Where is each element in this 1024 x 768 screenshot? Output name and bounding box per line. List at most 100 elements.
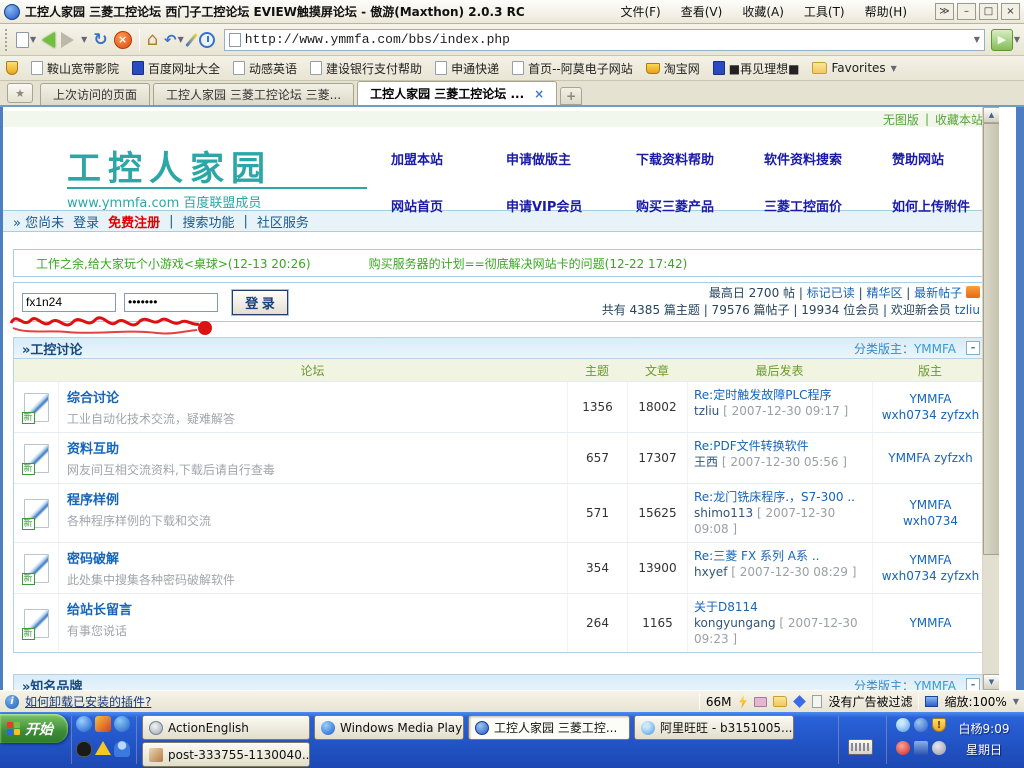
login-button[interactable]: 登 录 xyxy=(232,290,288,315)
zoom-level[interactable]: 缩放:100% xyxy=(944,693,1006,710)
new-tab-button[interactable]: + xyxy=(560,87,582,105)
moderators[interactable]: YMMFA wxh0734 xyxy=(872,484,988,542)
bookmark-site-link[interactable]: 收藏本站 xyxy=(935,111,983,128)
refresh-button[interactable]: ↻ xyxy=(90,27,110,53)
menu-tools[interactable]: 工具(T) xyxy=(804,3,845,20)
mark-read-link[interactable]: 标记已读 xyxy=(807,286,855,300)
moderator-link[interactable]: YMMFA xyxy=(914,342,956,356)
menu-favorites[interactable]: 收藏(A) xyxy=(742,3,784,20)
forum-link[interactable]: 综合讨论 xyxy=(67,391,119,406)
folder-icon[interactable] xyxy=(773,696,787,707)
nav-link[interactable]: 申请VIP会员 xyxy=(506,196,636,215)
search-tool-icon[interactable] xyxy=(95,716,111,732)
last-post-author[interactable]: 王西 xyxy=(694,455,718,469)
tab-list-button[interactable]: ★ xyxy=(7,83,33,103)
boost-icon[interactable] xyxy=(737,695,748,709)
nav-link[interactable]: 申请做版主 xyxy=(506,149,636,168)
register-link[interactable]: 免费注册 xyxy=(108,212,160,231)
site-logo[interactable]: 工控人家园 xyxy=(67,141,272,190)
new-page-button[interactable]: ▼ xyxy=(13,27,39,53)
toolbar-grip[interactable] xyxy=(5,29,9,51)
last-post-link[interactable]: Re:PDF文件转换软件 xyxy=(694,439,809,453)
menu-view[interactable]: 查看(V) xyxy=(681,3,723,20)
nav-link[interactable]: 网站首页 xyxy=(391,196,506,215)
messenger-icon[interactable] xyxy=(114,741,130,757)
tray-network-icon[interactable] xyxy=(914,741,928,755)
address-dropdown-icon[interactable]: ▼ xyxy=(974,35,980,44)
forward-button[interactable] xyxy=(58,27,77,53)
favorite-link[interactable]: 鞍山宽带影院 xyxy=(31,60,119,77)
last-post-link[interactable]: 关于D8114 xyxy=(694,600,758,614)
last-post-author[interactable]: kongyungang xyxy=(694,616,776,630)
last-post-author[interactable]: hxyef xyxy=(694,565,727,579)
collapse-button[interactable]: - xyxy=(966,341,980,355)
vertical-scrollbar[interactable]: ▲ ▼ xyxy=(982,107,999,690)
task-button-post-file[interactable]: post-333755-1130040... xyxy=(142,742,310,767)
stop-button[interactable]: × xyxy=(111,27,135,53)
tray-wangwang-icon[interactable] xyxy=(896,718,910,732)
moderators[interactable]: YMMFA wxh0734 zyfzxh xyxy=(872,543,988,593)
last-post-link[interactable]: Re:三菱 FX 系列 A系 .. xyxy=(694,549,819,563)
favorite-link[interactable]: 淘宝网 xyxy=(646,60,700,77)
last-post-link[interactable]: Re:定时触发故障PLC程序 xyxy=(694,388,832,402)
task-button-wmp[interactable]: Windows Media Playe... xyxy=(314,715,464,740)
favorite-link[interactable]: ■再见理想■ xyxy=(713,60,800,77)
minimize-icon[interactable]: – xyxy=(957,3,976,20)
tray-volume-icon[interactable] xyxy=(932,741,946,755)
toggle-chevron-icon[interactable]: ≫ xyxy=(935,3,954,20)
last-post-author[interactable]: tzliu xyxy=(694,404,719,418)
back-button[interactable] xyxy=(39,27,58,53)
tab-previous-session[interactable]: 上次访问的页面 xyxy=(40,83,150,105)
start-button[interactable]: 开始 xyxy=(0,714,68,743)
nav-link[interactable]: 加盟本站 xyxy=(391,149,506,168)
tab-forum-active[interactable]: 工控人家园 三菱工控论坛 ...× xyxy=(357,81,557,105)
undo-button[interactable]: ↶▼ xyxy=(161,27,187,53)
taskbar-clock[interactable]: 白杨9:09 星期日 xyxy=(948,719,1020,761)
page-icon[interactable] xyxy=(812,695,822,708)
keyboard-language-icon[interactable] xyxy=(848,739,873,755)
nav-link[interactable]: 软件资料搜索 xyxy=(764,149,892,168)
forum-link[interactable]: 密码破解 xyxy=(67,552,119,567)
tab-forum-1[interactable]: 工控人家园 三菱工控论坛 三菱... xyxy=(153,83,354,105)
login-link[interactable]: 登录 xyxy=(73,212,99,231)
tray-scheduler-icon[interactable] xyxy=(896,741,910,755)
scrollbar-track[interactable] xyxy=(983,555,999,674)
plugin-icon[interactable] xyxy=(794,695,807,708)
last-post-author[interactable]: shimo113 xyxy=(694,506,753,520)
history-button[interactable] xyxy=(196,27,218,53)
nav-link[interactable]: 三菱工控面价 xyxy=(764,196,892,215)
username-field[interactable] xyxy=(22,293,116,312)
moderators[interactable]: YMMFA xyxy=(872,594,988,652)
search-link[interactable]: 搜索功能 xyxy=(183,212,235,231)
forum-link[interactable]: 程序样例 xyxy=(67,493,119,508)
tray-security-shield-icon[interactable]: ! xyxy=(932,718,946,732)
new-member-link[interactable]: tzliu xyxy=(955,303,980,317)
favorite-link[interactable]: 首页--阿莫电子网站 xyxy=(512,60,633,77)
favorite-link[interactable]: 动感英语 xyxy=(233,60,297,77)
collapse-button[interactable]: - xyxy=(966,678,980,690)
go-dropdown-icon[interactable]: ▼ xyxy=(1014,35,1020,44)
media-player-icon[interactable] xyxy=(76,716,92,732)
chevron-down-icon[interactable]: ▼ xyxy=(30,35,36,44)
moderators[interactable]: YMMFA zyfzxh xyxy=(872,433,988,483)
section-title[interactable]: »知名品牌 xyxy=(22,676,82,691)
favorite-link[interactable]: 建设银行支付帮助 xyxy=(310,60,422,77)
last-post-link[interactable]: Re:龙门铣床程序.，S7-300 .. xyxy=(694,490,855,504)
announcement-link[interactable]: 购买服务器的计划==彻底解决网站卡的问题(12-22 17:42) xyxy=(369,255,688,272)
chevron-down-icon[interactable]: ▼ xyxy=(178,35,184,44)
moderators[interactable]: YMMFA wxh0734 zyfzxh xyxy=(872,382,988,432)
digest-link[interactable]: 精华区 xyxy=(866,286,902,300)
newest-posts-link[interactable]: 最新帖子 xyxy=(914,286,962,300)
shield-icon[interactable] xyxy=(6,61,18,75)
nav-link[interactable]: 下载资料帮助 xyxy=(636,149,764,168)
password-field[interactable] xyxy=(124,293,218,312)
close-icon[interactable]: × xyxy=(1001,3,1020,20)
zoom-icon[interactable] xyxy=(925,696,938,707)
tab-close-icon[interactable]: × xyxy=(534,87,544,101)
plugin-help-link[interactable]: 如何卸载已安装的插件? xyxy=(25,693,151,710)
magic-fill-button[interactable] xyxy=(187,27,196,53)
task-button-actionenglish[interactable]: ActionEnglish xyxy=(142,715,310,740)
task-button-wangwang[interactable]: 阿里旺旺 - b3151005... xyxy=(634,715,794,740)
scrollbar-thumb[interactable] xyxy=(983,123,999,555)
favorites-menu[interactable]: Favorites▼ xyxy=(812,61,896,75)
